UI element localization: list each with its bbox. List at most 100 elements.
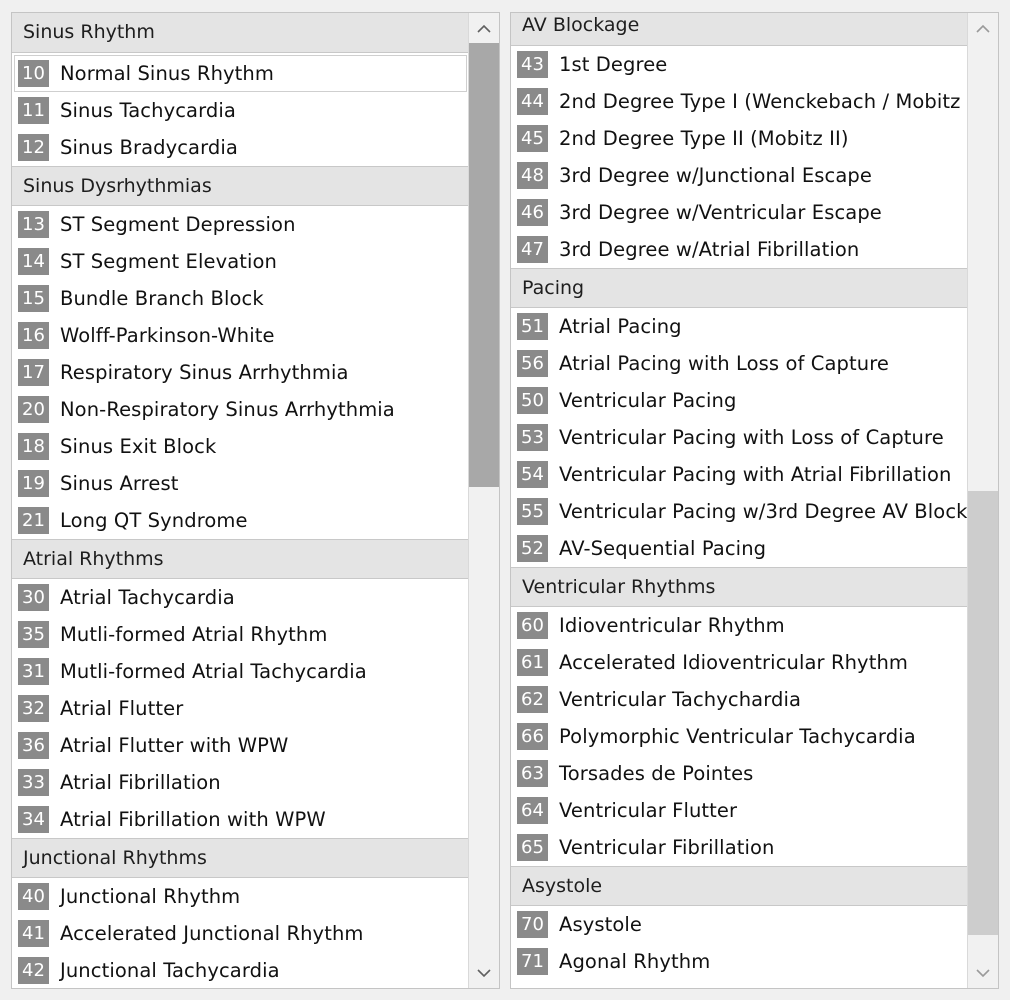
rhythm-item[interactable]: 36 Atrial Flutter with WPW	[12, 727, 469, 764]
right-scroll-thumb[interactable]	[968, 491, 998, 935]
rhythm-item[interactable]: 19 Sinus Arrest	[12, 465, 469, 502]
rhythm-label: Accelerated Idioventricular Rhythm	[559, 651, 909, 674]
rhythm-number-badge: 53	[517, 424, 548, 451]
rhythm-item[interactable]: 41 Accelerated Junctional Rhythm	[12, 915, 469, 952]
rhythm-item[interactable]: 61 Accelerated Idioventricular Rhythm	[511, 644, 968, 681]
rhythm-item[interactable]: 62 Ventricular Tachychardia	[511, 681, 968, 718]
rhythm-item[interactable]: 18 Sinus Exit Block	[12, 428, 469, 465]
rhythm-item[interactable]: 51 Atrial Pacing	[511, 308, 968, 345]
rhythm-label: Polymorphic Ventricular Tachycardia	[559, 725, 916, 748]
rhythm-number-badge: 10	[18, 60, 49, 87]
rhythm-item[interactable]: 30 Atrial Tachycardia	[12, 579, 469, 616]
rhythm-number-badge: 47	[517, 236, 548, 263]
rhythm-item[interactable]: 43 1st Degree	[511, 46, 968, 83]
rhythm-label: Sinus Tachycardia	[60, 99, 236, 122]
right-scroll-up-button[interactable]	[968, 13, 998, 43]
rhythm-number-badge: 14	[18, 248, 49, 275]
left-scroll-down-button[interactable]	[469, 958, 499, 988]
rhythm-item[interactable]: 15 Bundle Branch Block	[12, 280, 469, 317]
rhythm-label: Mutli-formed Atrial Tachycardia	[60, 660, 367, 683]
rhythm-label: Junctional Rhythm	[60, 885, 241, 908]
rhythm-number-badge: 15	[18, 285, 49, 312]
rhythm-item[interactable]: 16 Wolff-Parkinson-White	[12, 317, 469, 354]
rhythm-list-left-groups: Sinus Rhythm 10 Normal Sinus Rhythm 11 Sinus…	[12, 13, 469, 988]
rhythm-item[interactable]: 35 Mutli-formed Atrial Rhythm	[12, 616, 469, 653]
rhythm-item[interactable]: 46 3rd Degree w/Ventricular Escape	[511, 194, 968, 231]
rhythm-item[interactable]: 32 Atrial Flutter	[12, 690, 469, 727]
rhythm-item[interactable]: 53 Ventricular Pacing with Loss of Captur…	[511, 419, 968, 456]
rhythm-item[interactable]: 50 Ventricular Pacing	[511, 382, 968, 419]
rhythm-item[interactable]: 12 Sinus Bradycardia	[12, 129, 469, 166]
rhythm-item[interactable]: 60 Idioventricular Rhythm	[511, 607, 968, 644]
rhythm-number-badge: 17	[18, 359, 49, 386]
rhythm-number-badge: 12	[18, 134, 49, 161]
rhythm-item[interactable]: 45 2nd Degree Type II (Mobitz II)	[511, 120, 968, 157]
rhythm-label: Atrial Flutter with WPW	[60, 734, 289, 757]
rhythm-label: Asystole	[559, 913, 642, 936]
rhythm-item[interactable]: 65 Ventricular Fibrillation	[511, 829, 968, 866]
rhythm-number-badge: 62	[517, 686, 548, 713]
rhythm-item[interactable]: 47 3rd Degree w/Atrial Fibrillation	[511, 231, 968, 268]
rhythm-item[interactable]: 54 Ventricular Pacing with Atrial Fibrill…	[511, 456, 968, 493]
left-scroll-thumb[interactable]	[469, 43, 499, 487]
rhythm-item[interactable]: 63 Torsades de Pointes	[511, 755, 968, 792]
rhythm-label: Wolff-Parkinson-White	[60, 324, 275, 347]
rhythm-number-badge: 32	[18, 695, 49, 722]
rhythm-label: Atrial Fibrillation	[60, 771, 221, 794]
rhythm-number-badge: 54	[517, 461, 548, 488]
rhythm-item[interactable]: 40 Junctional Rhythm	[12, 878, 469, 915]
rhythm-label: Sinus Arrest	[60, 472, 179, 495]
rhythm-label: 1st Degree	[559, 53, 668, 76]
rhythm-label: Sinus Bradycardia	[60, 136, 238, 159]
left-scroll-up-button[interactable]	[469, 13, 499, 43]
rhythm-item[interactable]: 20 Non-Respiratory Sinus Arrhythmia	[12, 391, 469, 428]
group-header: AV Blockage	[511, 13, 968, 46]
rhythm-label: Ventricular Pacing with Atrial Fibrillat…	[559, 463, 952, 486]
rhythm-label: 3rd Degree w/Atrial Fibrillation	[559, 238, 860, 261]
rhythm-list-right-groups: AV Blockage 43 1st Degree 44 2nd Degree Type…	[511, 13, 968, 980]
rhythm-label: 2nd Degree Type I (Wenckebach / Mobitz I…	[559, 90, 968, 113]
left-scrollbar[interactable]	[468, 13, 499, 988]
rhythm-item[interactable]: 33 Atrial Fibrillation	[12, 764, 469, 801]
rhythm-item[interactable]: 17 Respiratory Sinus Arrhythmia	[12, 354, 469, 391]
rhythm-item[interactable]: 44 2nd Degree Type I (Wenckebach / Mobitz…	[511, 83, 968, 120]
rhythm-item[interactable]: 42 Junctional Tachycardia	[12, 952, 469, 988]
rhythm-item[interactable]: 21 Long QT Syndrome	[12, 502, 469, 539]
rhythm-list-left[interactable]: Sinus Rhythm 10 Normal Sinus Rhythm 11 Sinus…	[11, 12, 500, 989]
rhythm-label: Atrial Tachycardia	[60, 586, 235, 609]
group-header: Junctional Rhythms	[12, 838, 469, 878]
rhythm-item[interactable]: 66 Polymorphic Ventricular Tachycardia	[511, 718, 968, 755]
rhythm-number-badge: 46	[517, 199, 548, 226]
right-scroll-down-button[interactable]	[968, 958, 998, 988]
right-scrollbar[interactable]	[967, 13, 998, 988]
rhythm-number-badge: 48	[517, 162, 548, 189]
rhythm-number-badge: 55	[517, 498, 548, 525]
rhythm-number-badge: 33	[18, 769, 49, 796]
rhythm-item[interactable]: 55 Ventricular Pacing w/3rd Degree AV Blo…	[511, 493, 968, 530]
rhythm-item[interactable]: 13 ST Segment Depression	[12, 206, 469, 243]
rhythm-label: Sinus Exit Block	[60, 435, 217, 458]
chevron-up-icon	[477, 24, 491, 33]
rhythm-item[interactable]: 48 3rd Degree w/Junctional Escape	[511, 157, 968, 194]
rhythm-item[interactable]: 31 Mutli-formed Atrial Tachycardia	[12, 653, 469, 690]
rhythm-label: Atrial Flutter	[60, 697, 184, 720]
rhythm-number-badge: 42	[18, 957, 49, 984]
rhythm-item[interactable]: 64 Ventricular Flutter	[511, 792, 968, 829]
rhythm-item[interactable]: 11 Sinus Tachycardia	[12, 92, 469, 129]
rhythm-label: Atrial Pacing	[559, 315, 682, 338]
rhythm-number-badge: 40	[18, 883, 49, 910]
rhythm-item[interactable]: 71 Agonal Rhythm	[511, 943, 968, 980]
rhythm-item[interactable]: 14 ST Segment Elevation	[12, 243, 469, 280]
rhythm-label: Normal Sinus Rhythm	[60, 62, 274, 85]
rhythm-label: 2nd Degree Type II (Mobitz II)	[559, 127, 849, 150]
rhythm-item[interactable]: 52 AV-Sequential Pacing	[511, 530, 968, 567]
rhythm-item[interactable]: 56 Atrial Pacing with Loss of Capture	[511, 345, 968, 382]
rhythm-item[interactable]: 34 Atrial Fibrillation with WPW	[12, 801, 469, 838]
rhythm-item[interactable]: 70 Asystole	[511, 906, 968, 943]
rhythm-label: Ventricular Pacing	[559, 389, 737, 412]
rhythm-label: Torsades de Pointes	[559, 762, 754, 785]
rhythm-item[interactable]: 10 Normal Sinus Rhythm	[14, 55, 467, 92]
rhythm-label: Ventricular Pacing with Loss of Capture	[559, 426, 944, 449]
rhythm-list-left-content: Sinus Rhythm 10 Normal Sinus Rhythm 11 Sinus…	[12, 13, 469, 988]
rhythm-list-right[interactable]: AV Blockage 43 1st Degree 44 2nd Degree Type…	[510, 12, 999, 989]
